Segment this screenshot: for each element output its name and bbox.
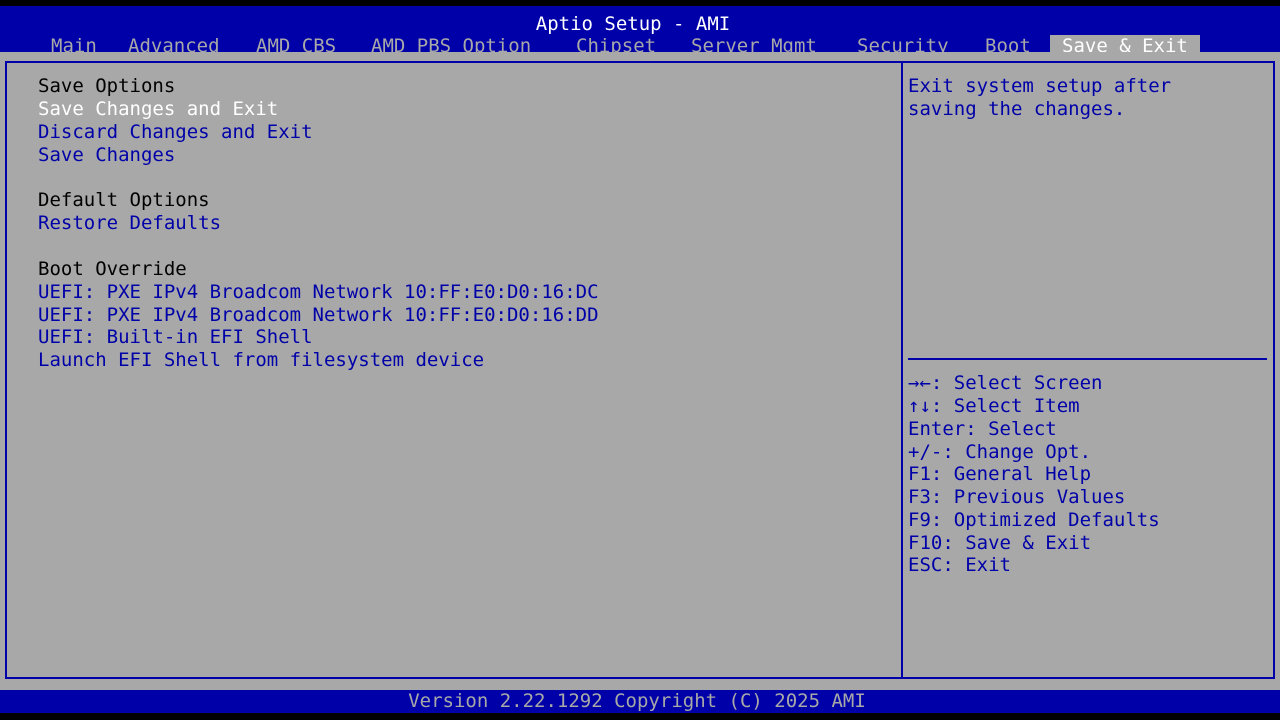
frame-border-top (5, 61, 1275, 63)
save-options-heading: Save Options (38, 75, 176, 97)
help-key-f3: F3: Previous Values (908, 486, 1126, 508)
help-key-f9: F9: Optimized Defaults (908, 509, 1160, 531)
help-key-f1: F1: General Help (908, 463, 1092, 485)
help-key-select-screen: →←: Select Screen (908, 372, 1103, 394)
frame-border-bottom (5, 677, 1275, 679)
help-divider (908, 358, 1267, 360)
default-options-heading: Default Options (38, 189, 210, 211)
header-bar: Aptio Setup - AMI Main Advanced AMD CBS … (0, 6, 1280, 58)
frame-border-left (5, 61, 7, 679)
save-changes-item[interactable]: Save Changes (38, 144, 175, 167)
version-copyright-text: Version 2.22.1292 Copyright (C) 2025 AMI (408, 690, 866, 712)
save-changes-and-exit-item[interactable]: Save Changes and Exit (38, 98, 278, 121)
frame-border-right (1273, 61, 1275, 679)
discard-changes-and-exit-item[interactable]: Discard Changes and Exit (38, 121, 313, 144)
help-key-change-opt: +/-: Change Opt. (908, 441, 1092, 463)
boot-override-heading: Boot Override (38, 258, 187, 280)
boot-override-pxe-dc-item[interactable]: UEFI: PXE IPv4 Broadcom Network 10:FF:E0… (38, 281, 599, 304)
footer-bar: Version 2.22.1292 Copyright (C) 2025 AMI (0, 690, 1280, 713)
help-key-esc: ESC: Exit (908, 554, 1011, 576)
help-key-f10: F10: Save & Exit (908, 532, 1092, 554)
bottom-black-strip (0, 713, 1280, 720)
window-title: Aptio Setup - AMI (535, 13, 731, 35)
help-key-select-item: ↑↓: Select Item (908, 395, 1080, 417)
boot-override-efi-shell-item[interactable]: UEFI: Built-in EFI Shell (38, 326, 313, 349)
help-description-line: Exit system setup after (908, 75, 1172, 97)
restore-defaults-item[interactable]: Restore Defaults (38, 212, 221, 235)
frame-divider-vertical (901, 61, 903, 679)
help-key-enter: Enter: Select (908, 418, 1057, 440)
help-description-line: saving the changes. (908, 98, 1126, 120)
launch-efi-shell-item[interactable]: Launch EFI Shell from filesystem device (38, 349, 484, 372)
boot-override-pxe-dd-item[interactable]: UEFI: PXE IPv4 Broadcom Network 10:FF:E0… (38, 304, 599, 327)
